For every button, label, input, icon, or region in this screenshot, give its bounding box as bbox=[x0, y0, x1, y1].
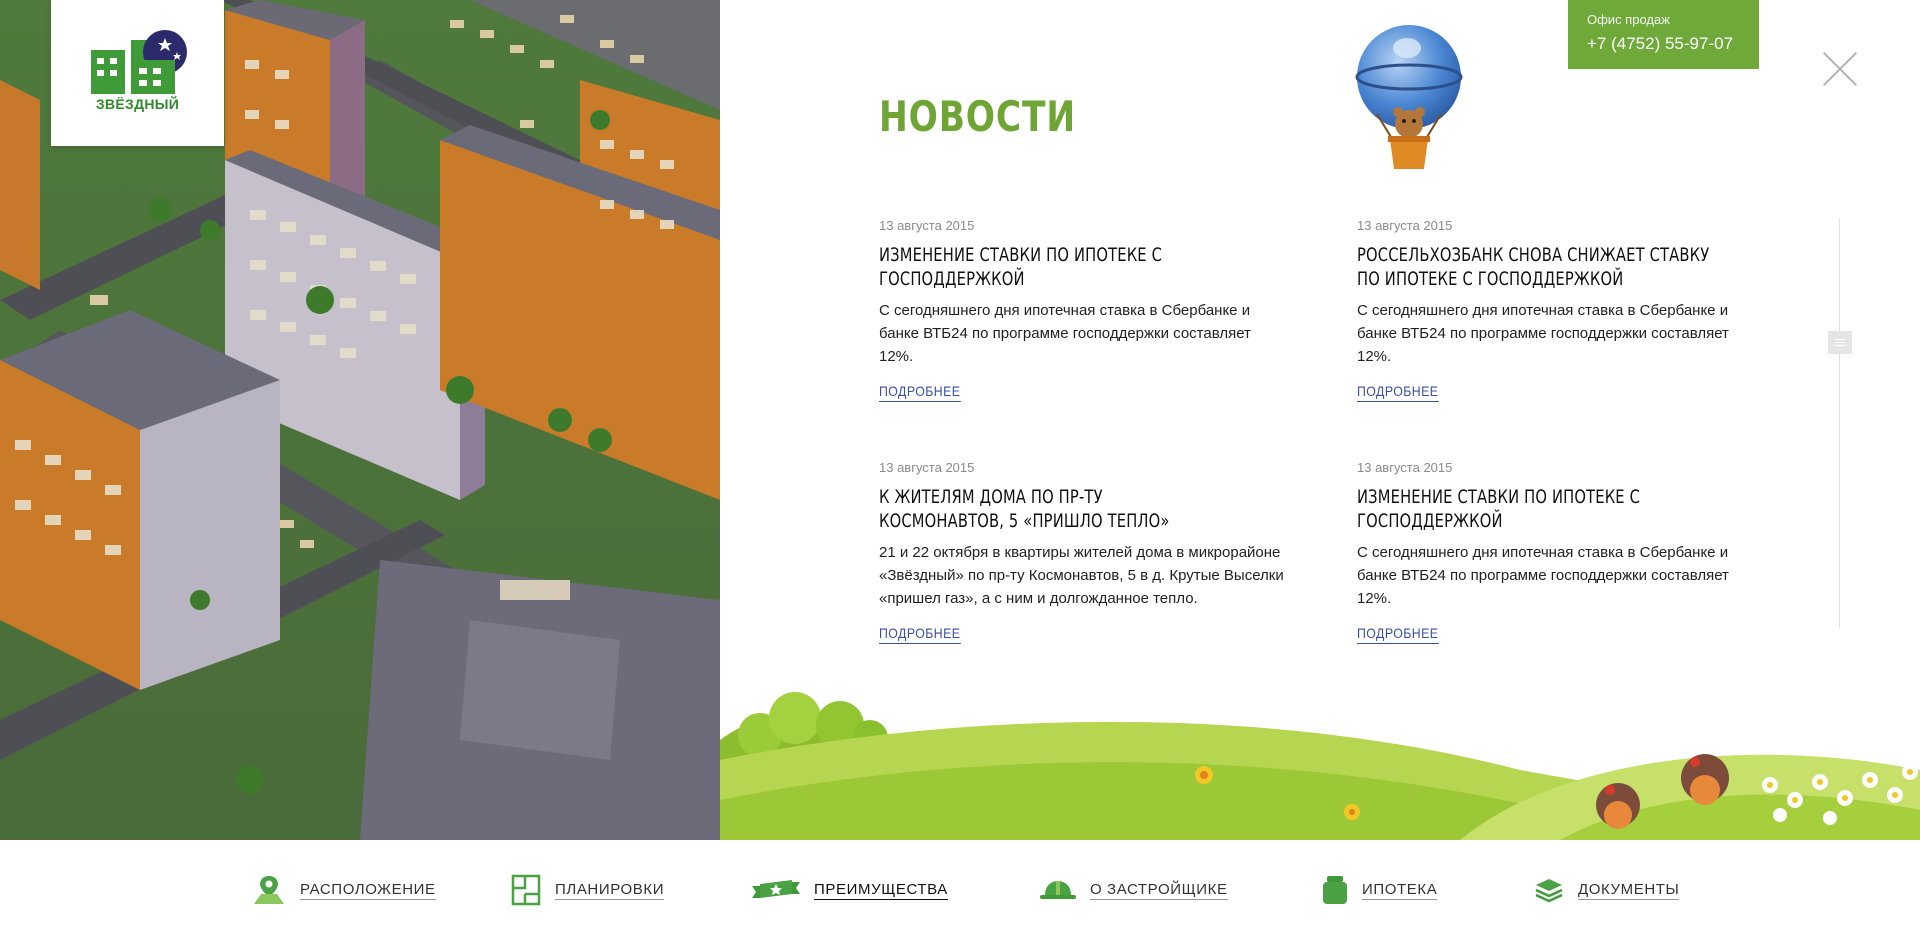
sales-office-phone[interactable]: +7 (4752) 55-97-07 bbox=[1587, 34, 1759, 54]
bottom-navigation: Расположение Планировки Преимущества О з… bbox=[0, 840, 1920, 943]
sales-office-box[interactable]: Офис продаж +7 (4752) 55-97-07 bbox=[1568, 0, 1759, 69]
hard-hat-icon bbox=[1040, 881, 1076, 899]
news-text: 21 и 22 октября в квартиры жителей дома … bbox=[879, 544, 1284, 607]
nav-item-location[interactable]: Расположение bbox=[252, 870, 436, 910]
news-date: 13 августа 2015 bbox=[1357, 460, 1453, 475]
nav-item-advantages[interactable]: Преимущества bbox=[752, 870, 948, 910]
nav-item-mortgage[interactable]: Ипотека bbox=[1322, 870, 1438, 910]
documents-stack-icon bbox=[1535, 879, 1563, 903]
nav-label: Ипотека bbox=[1362, 880, 1438, 900]
meadow-decoration bbox=[720, 692, 1920, 840]
news-date: 13 августа 2015 bbox=[879, 218, 975, 233]
balloon-mascot-icon bbox=[1355, 25, 1463, 169]
sales-office-label: Офис продаж bbox=[1587, 12, 1670, 27]
page-title: НОВОСТИ bbox=[879, 92, 1076, 141]
logo[interactable]: ЗВЁЗДНЫЙ bbox=[51, 0, 224, 146]
news-date: 13 августа 2015 bbox=[879, 460, 975, 475]
news-item: 13 августа 2015 Изменение ставки по ипот… bbox=[1357, 460, 1767, 644]
news-text: С сегодняшнего дня ипотечная ставка в Сб… bbox=[1357, 544, 1729, 607]
nav-label: Расположение bbox=[300, 880, 436, 900]
nav-item-developer[interactable]: О застройщике bbox=[1040, 870, 1228, 910]
news-panel: НОВОСТИ Офис продаж +7 (4752) 55-97-07 1… bbox=[720, 0, 1920, 840]
nav-label: Преимущества bbox=[814, 880, 948, 900]
map-pin-icon bbox=[254, 876, 284, 904]
read-more-link[interactable]: Подробнее bbox=[1357, 625, 1439, 644]
scrollbar-thumb[interactable] bbox=[1828, 331, 1852, 354]
nav-label: О застройщике bbox=[1090, 880, 1228, 900]
ribbon-star-icon bbox=[752, 880, 800, 898]
read-more-link[interactable]: Подробнее bbox=[879, 383, 961, 402]
news-item: 13 августа 2015 К жителям дома по пр-ту … bbox=[879, 460, 1289, 644]
logo-buildings-icon bbox=[91, 30, 187, 94]
news-date: 13 августа 2015 bbox=[1357, 218, 1453, 233]
floor-plan-icon bbox=[511, 874, 541, 906]
logo-text: ЗВЁЗДНЫЙ bbox=[95, 96, 180, 112]
close-button[interactable] bbox=[1820, 49, 1860, 89]
news-title[interactable]: Изменение ставки по ипотеке с господдерж… bbox=[1357, 485, 1761, 533]
news-title[interactable]: К жителям дома по пр-ту Космонавтов, 5 «… bbox=[879, 485, 1232, 533]
news-item: 13 августа 2015 Россельхозбанк снова сни… bbox=[1357, 218, 1767, 402]
news-item: 13 августа 2015 Изменение ставки по ипот… bbox=[879, 218, 1289, 402]
news-text: С сегодняшнего дня ипотечная ставка в Сб… bbox=[1357, 302, 1729, 365]
news-title[interactable]: Изменение ставки по ипотеке с господдерж… bbox=[879, 243, 1283, 291]
wallet-icon bbox=[1323, 876, 1347, 904]
nav-item-documents[interactable]: Документы bbox=[1534, 870, 1680, 910]
nav-item-layouts[interactable]: Планировки bbox=[511, 870, 665, 910]
read-more-link[interactable]: Подробнее bbox=[879, 625, 961, 644]
nav-label: Документы bbox=[1578, 880, 1680, 900]
read-more-link[interactable]: Подробнее bbox=[1357, 383, 1439, 402]
news-title[interactable]: Россельхозбанк снова снижает ставку по и… bbox=[1357, 243, 1718, 291]
news-text: С сегодняшнего дня ипотечная ставка в Сб… bbox=[879, 302, 1251, 365]
scrollbar-track[interactable] bbox=[1839, 218, 1840, 628]
nav-label: Планировки bbox=[555, 880, 665, 900]
